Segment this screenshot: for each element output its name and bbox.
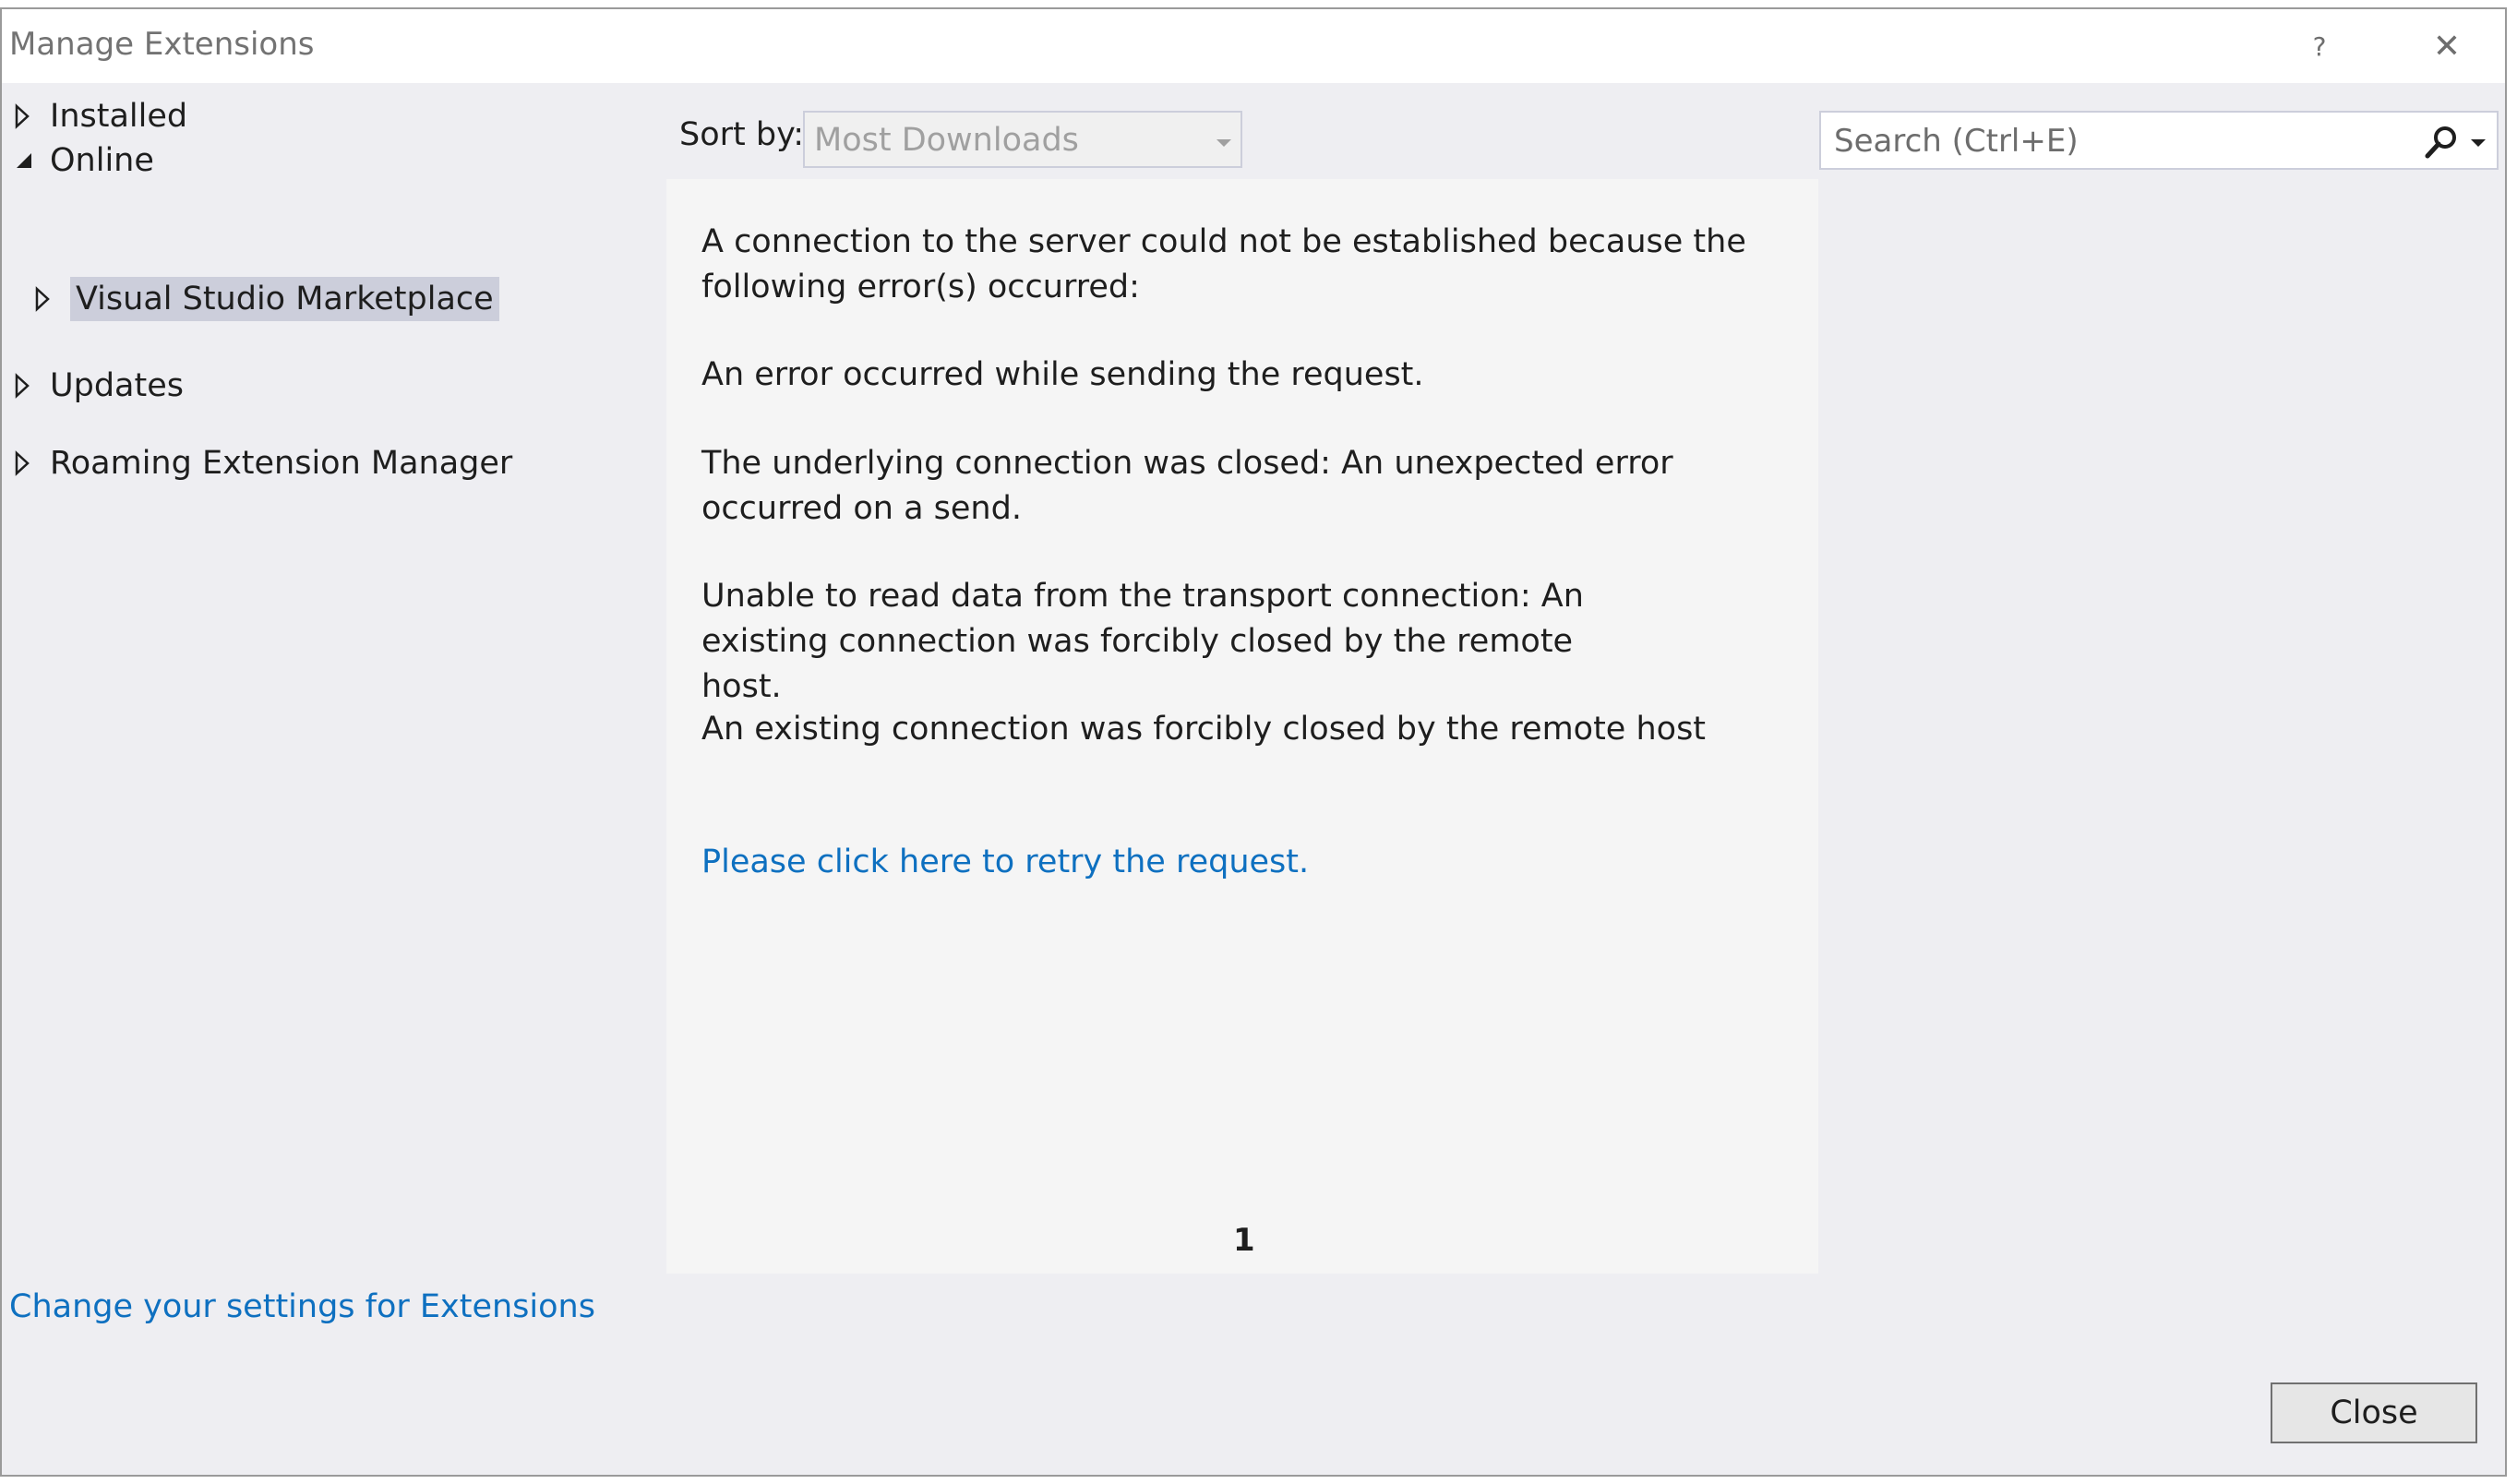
chevron-down-icon — [1215, 135, 1233, 152]
error-message: Unable to read data from the transport c… — [701, 578, 1584, 705]
expand-arrow-icon[interactable] — [9, 450, 35, 476]
expand-arrow-icon[interactable] — [30, 286, 55, 312]
dialog-title: Manage Extensions — [9, 26, 315, 63]
expand-arrow-icon[interactable] — [9, 103, 35, 129]
nav-item-label: Installed — [50, 98, 188, 135]
collapse-arrow-icon[interactable] — [9, 148, 35, 174]
nav-item-roaming-extension-manager[interactable]: Roaming Extension Manager — [9, 436, 512, 491]
nav-item-updates[interactable]: Updates — [9, 358, 184, 413]
help-button[interactable]: ? — [2292, 18, 2347, 74]
nav-item-label: Visual Studio Marketplace — [70, 277, 499, 321]
sort-by-label: Sort by: — [679, 116, 805, 153]
error-message: An existing connection was forcibly clos… — [701, 711, 1707, 748]
search-box — [1819, 111, 2499, 170]
page-number[interactable]: 1 — [1233, 1222, 1255, 1259]
results-panel: A connection to the server could not be … — [666, 179, 1818, 1274]
sort-by-dropdown[interactable]: Most Downloads — [803, 111, 1242, 168]
category-tree: Installed Online Visual Studio Marketpla… — [2, 83, 666, 1274]
close-window-button[interactable]: ✕ — [2419, 18, 2475, 74]
nav-item-label: Updates — [50, 367, 184, 404]
retry-request-link[interactable]: Please click here to retry the request. — [701, 844, 1309, 880]
sort-by-value: Most Downloads — [814, 122, 1079, 159]
error-message: A connection to the server could not be … — [701, 223, 1746, 305]
nav-item-visual-studio-marketplace[interactable]: Visual Studio Marketplace — [30, 271, 499, 327]
expand-arrow-icon[interactable] — [9, 373, 35, 399]
error-message: The underlying connection was closed: An… — [701, 445, 1673, 527]
search-icon[interactable] — [2423, 124, 2460, 161]
search-options-chevron-icon[interactable] — [2469, 135, 2487, 152]
error-message: An error occurred while sending the requ… — [701, 356, 1424, 393]
nav-item-online[interactable]: Online — [9, 133, 154, 188]
change-settings-link[interactable]: Change your settings for Extensions — [9, 1288, 595, 1325]
manage-extensions-dialog: Manage Extensions ? ✕ Installed Online V… — [0, 7, 2507, 1477]
nav-item-label: Roaming Extension Manager — [50, 445, 513, 482]
nav-item-label: Online — [50, 142, 154, 179]
title-bar: Manage Extensions ? ✕ — [2, 9, 2505, 83]
search-input[interactable] — [1832, 118, 2390, 164]
close-button[interactable]: Close — [2271, 1382, 2477, 1443]
